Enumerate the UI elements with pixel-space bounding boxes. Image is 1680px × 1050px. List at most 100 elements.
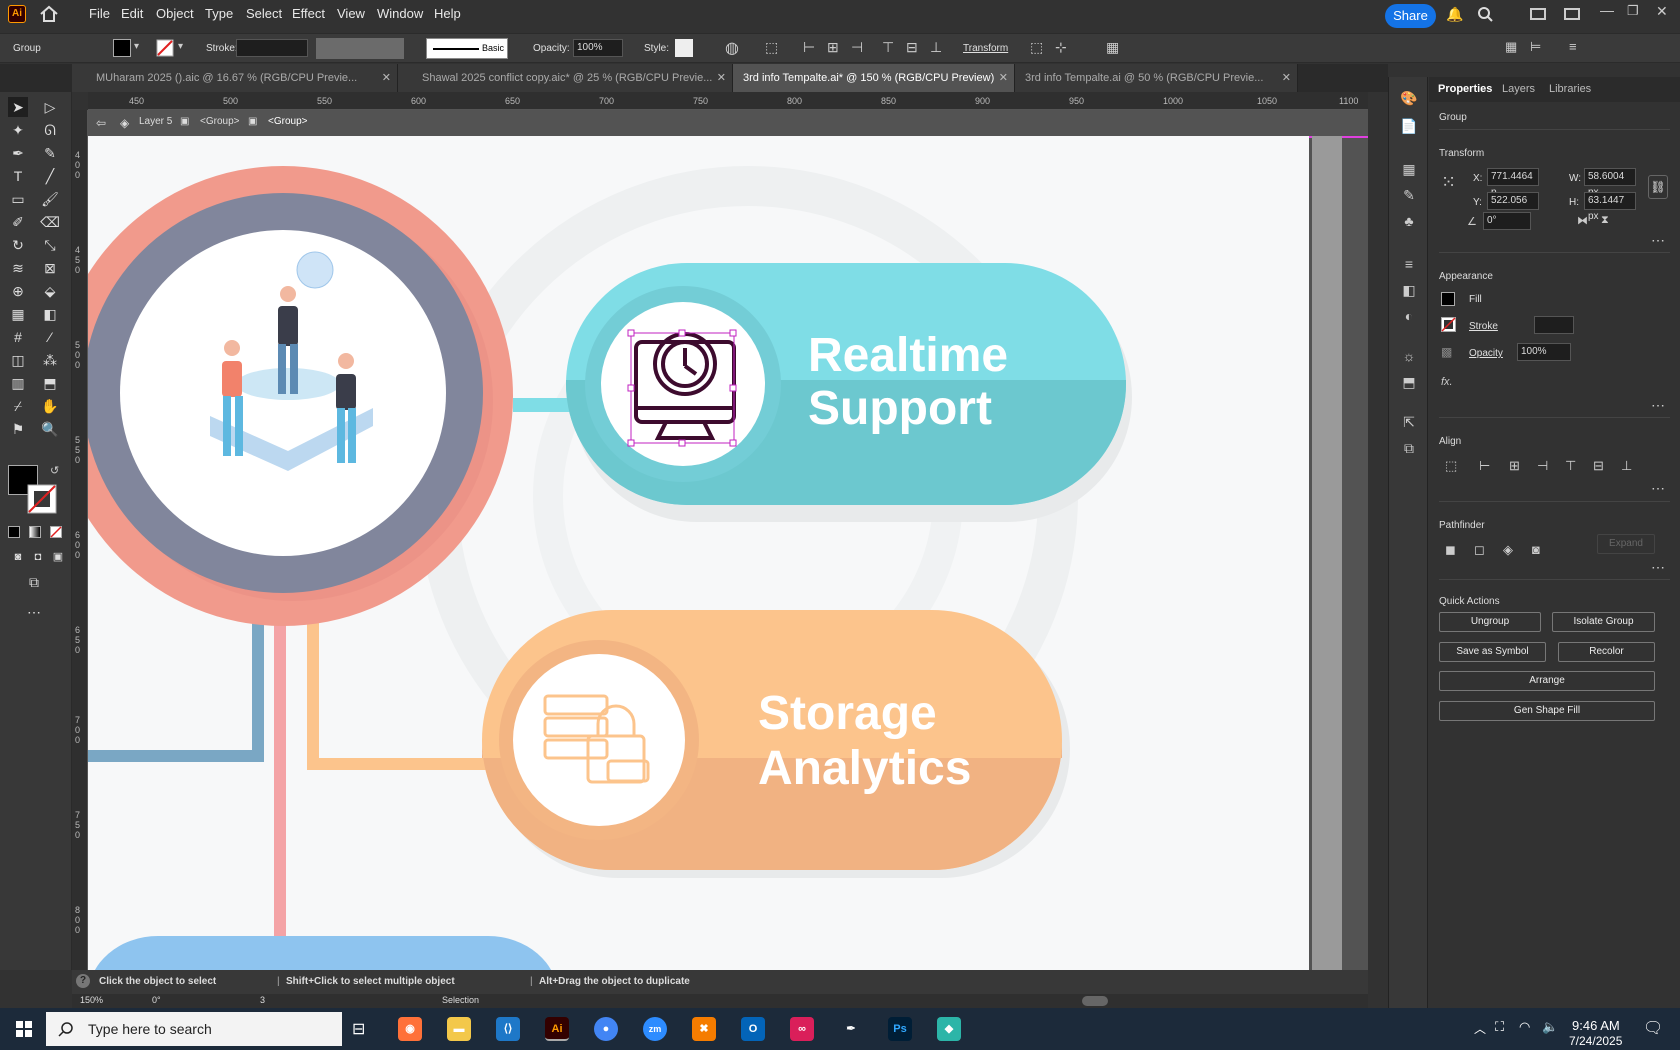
y-field[interactable]: 522.056 px [1487,192,1539,222]
text-wrap-icon[interactable]: ⊨ [1530,39,1541,55]
panel-layout-icon[interactable]: ▦ [1505,39,1517,55]
opacity-field[interactable]: 100% [1517,343,1571,361]
flip-horizontal-icon[interactable]: ⧓ [1577,214,1588,227]
gen-shape-fill-button[interactable]: Gen Shape Fill [1439,701,1655,721]
firefox-icon[interactable]: ◉ [398,1017,422,1041]
direct-selection-tool-icon[interactable]: ▷ [40,97,60,117]
graphic-styles-icon[interactable]: ⬒ [1399,374,1419,392]
align-top-icon[interactable]: ⊤ [1565,458,1576,474]
align-bottom-icon[interactable]: ⊥ [930,39,942,56]
color-panel-icon[interactable]: 🎨 [1399,90,1419,108]
magic-wand-icon[interactable]: ✦ [8,120,28,140]
back-arrow-icon[interactable]: ⇦ [96,116,106,130]
align-bottom-icon[interactable]: ⊥ [1621,458,1632,474]
perspective-grid-icon[interactable]: ▦ [8,304,28,324]
selection-tool-icon[interactable]: ➤ [8,97,28,117]
arrange-icon[interactable]: ▦ [1106,39,1119,56]
save-as-symbol-button[interactable]: Save as Symbol [1439,642,1546,662]
stroke-weight-field[interactable] [236,39,308,57]
blend-tool-icon[interactable]: ◫ [8,350,28,370]
reference-point-icon[interactable]: ⁙ [1441,172,1456,193]
align-vcenter-icon[interactable]: ⊟ [906,39,918,56]
constrain-proportions-icon[interactable]: ⛓ [1648,175,1668,199]
fill-swatch[interactable] [1441,292,1455,306]
width-field[interactable]: 58.6004 px [1584,168,1636,198]
breadcrumb-group-1[interactable]: <Group> [200,116,239,127]
document-icon[interactable]: 📄 [1399,118,1419,136]
line-tool-icon[interactable]: ╱ [40,166,60,186]
shaper-tool-icon[interactable]: ✐ [8,212,28,232]
transform-link[interactable]: Transform [963,43,1008,54]
type-tool-icon[interactable]: T [8,166,28,186]
align-hcenter-icon[interactable]: ⊞ [1509,458,1520,474]
align-to-icon[interactable]: ⬚ [765,39,778,56]
photoshop-icon[interactable]: Ps [888,1017,912,1041]
rotate-tool-icon[interactable]: ↻ [8,235,28,255]
curvature-tool-icon[interactable]: ✎ [40,143,60,163]
file-explorer-icon[interactable]: ▬ [447,1017,471,1041]
stroke-color-swatch[interactable] [25,482,59,516]
arrange-button[interactable]: Arrange [1439,671,1655,691]
illustrator-logo[interactable]: Ai [8,5,26,23]
shape-builder-icon[interactable]: ⊕ [8,281,28,301]
brushes-icon[interactable]: ✎ [1399,187,1419,205]
menu-window[interactable]: Window [377,6,423,21]
align-vcenter-icon[interactable]: ⊟ [1593,458,1604,474]
zoom-field[interactable]: 150% [80,995,103,1005]
close-icon[interactable]: ✕ [717,64,726,92]
none-mode-icon[interactable] [50,526,62,538]
taskbar-search[interactable]: Type here to search [46,1012,342,1046]
more-options-icon[interactable]: ⋯ [1651,480,1666,497]
align-top-icon[interactable]: ⊤ [882,39,894,56]
close-icon[interactable]: ✕ [1656,3,1668,20]
graph-tool-icon[interactable]: ▥ [8,373,28,393]
pen-app-icon[interactable]: ✒ [839,1017,863,1041]
warp-tool-icon[interactable]: ≋ [8,258,28,278]
rotate-field[interactable]: 0° [152,995,161,1005]
puppet-warp-icon[interactable]: ⊹ [1055,39,1067,56]
menu-object[interactable]: Object [156,6,194,21]
align-left-icon[interactable]: ⊢ [803,39,815,56]
chrome-icon[interactable]: ● [594,1017,618,1041]
tab-properties[interactable]: Properties [1438,83,1492,95]
artboard[interactable]: Realtime Support Storage Analytics [88,136,1309,970]
rotate-angle-field[interactable]: 0° [1483,212,1531,230]
windows-start-icon[interactable] [16,1021,32,1037]
draw-inside-icon[interactable]: ▣ [48,547,68,567]
align-left-icon[interactable]: ⊢ [1479,458,1490,474]
intersect-icon[interactable]: ◈ [1503,542,1513,558]
draw-normal-icon[interactable]: ◙ [8,547,28,567]
menu-view[interactable]: View [337,6,365,21]
notification-icon[interactable]: 🗨 [1643,1018,1663,1038]
swap-colors-icon[interactable]: ↺ [50,464,59,477]
close-icon[interactable]: ✕ [382,64,391,92]
wifi-icon[interactable]: ◠ [1519,1019,1530,1035]
mesh-tool-icon[interactable]: # [8,327,28,347]
horizontal-scrollbar[interactable] [1082,996,1108,1006]
xampp-icon[interactable]: ✖ [692,1017,716,1041]
more-options-icon[interactable]: ⋯ [1651,232,1666,249]
restore-icon[interactable]: ❐ [1627,3,1639,19]
variable-width-profile[interactable] [316,38,404,59]
fill-swatch[interactable] [113,39,131,57]
paintbrush-icon[interactable]: 🖌 [40,189,60,209]
tab-muharam[interactable]: MUharam 2025 ().aic @ 16.67 % (RGB/CPU P… [72,64,398,92]
breadcrumb-layer[interactable]: Layer 5 [139,116,172,127]
zoom-app-icon[interactable]: zm [643,1017,667,1041]
stroke-swatch[interactable] [1441,317,1456,332]
align-to-icon[interactable]: ⬚ [1445,458,1457,474]
creative-cloud-icon[interactable]: ∞ [790,1017,814,1041]
tab-libraries[interactable]: Libraries [1549,83,1591,95]
draw-behind-icon[interactable]: ◘ [28,547,48,567]
live-paint-icon[interactable]: ⬙ [40,281,60,301]
align-right-icon[interactable]: ⊣ [851,39,863,56]
menu-effect[interactable]: Effect [292,6,325,21]
exclude-icon[interactable]: ◙ [1532,542,1540,557]
symbols-icon[interactable]: ♣ [1399,213,1419,231]
hand-tool-icon[interactable]: ✋ [40,396,60,416]
opacity-field[interactable]: 100% [573,39,623,57]
color-mode-icon[interactable] [8,526,20,538]
menu-file[interactable]: File [89,6,110,21]
tray-chevron-icon[interactable]: ︿ [1474,1020,1486,1037]
tab-3rd-info-150[interactable]: 3rd info Tempalte.ai* @ 150 % (RGB/CPU P… [733,64,1015,92]
